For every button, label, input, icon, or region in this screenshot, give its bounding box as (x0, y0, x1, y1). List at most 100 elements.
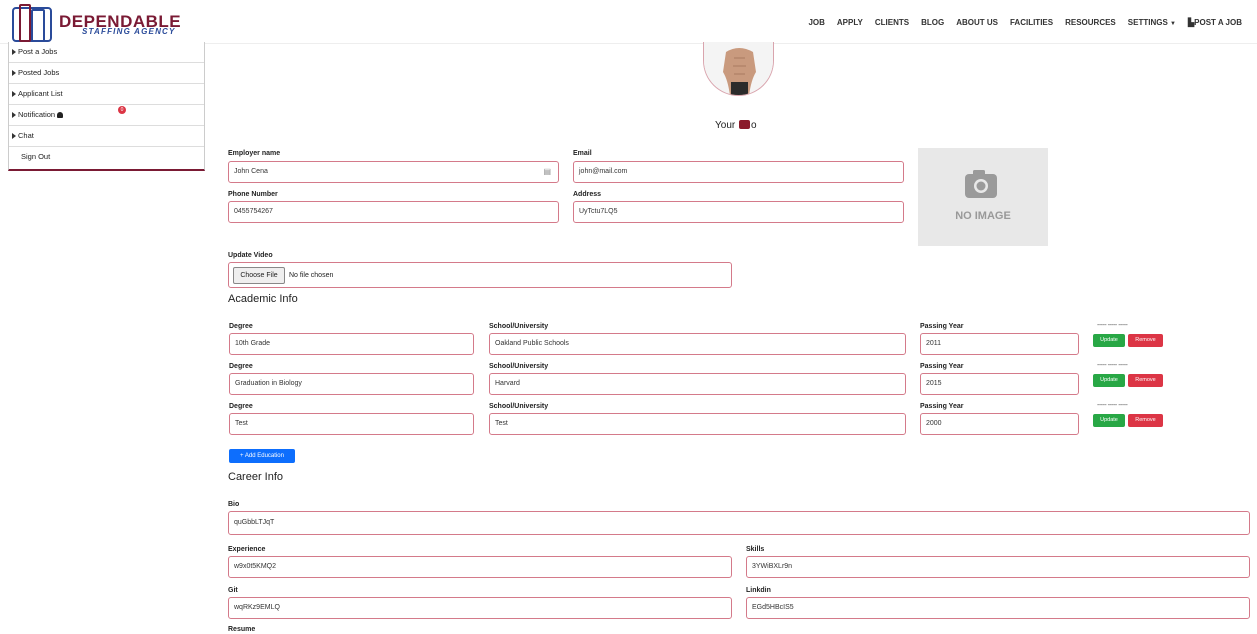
school-input[interactable]: Harvard (489, 373, 906, 395)
notification-badge: 0 (118, 106, 126, 114)
git-input[interactable]: wqRKz9EMLQ (228, 597, 732, 619)
caret-right-icon (12, 91, 16, 98)
degree-label: Degree (229, 323, 253, 330)
nav-about-us[interactable]: ABOUT US (956, 18, 998, 27)
sidebar-item-posted-jobs[interactable]: Posted Jobs (9, 63, 204, 84)
row-dashes: ----- ----- ----- (1097, 362, 1128, 369)
sidebar: Post a Jobs Posted Jobs Applicant List N… (8, 42, 205, 171)
passing-year-input[interactable]: 2015 (920, 373, 1079, 395)
sidebar-item-sign-out[interactable]: Sign Out (9, 147, 204, 169)
academic-info-title: Academic Info (228, 293, 298, 305)
school-label: School/University (489, 363, 549, 370)
nav-blog[interactable]: BLOG (921, 18, 944, 27)
brand-tagline: STAFFING AGENCY (82, 27, 176, 36)
plus-icon: + (240, 453, 244, 459)
passing-year-label: Passing Year (920, 363, 964, 370)
linkedin-input[interactable]: EGd5HBcIS5 (746, 597, 1250, 619)
nav-settings-label: SETTINGS (1127, 18, 1168, 27)
degree-label: Degree (229, 363, 253, 370)
nav-apply[interactable]: APPLY (837, 18, 863, 27)
bio-label: Bio (228, 501, 240, 508)
file-status-text: No file chosen (289, 272, 334, 279)
nav-job[interactable]: JOB (808, 18, 824, 27)
chevron-down-icon: ▼ (1170, 21, 1176, 27)
caret-right-icon (12, 112, 16, 119)
sidebar-item-post-job[interactable]: Post a Jobs (9, 42, 204, 63)
employer-name-value: John Cena (234, 168, 268, 175)
phone-label: Phone Number (228, 191, 278, 198)
passing-year-input[interactable]: 2011 (920, 333, 1079, 355)
git-label: Git (228, 587, 238, 594)
degree-input[interactable]: Test (229, 413, 474, 435)
no-image-placeholder[interactable]: NO IMAGE (918, 148, 1048, 246)
address-label: Address (573, 191, 602, 198)
career-info-title: Career Info (228, 471, 284, 483)
email-input[interactable]: john@mail.com (573, 161, 904, 183)
contact-card-icon: ▤ (543, 167, 551, 176)
caret-right-icon (12, 133, 16, 140)
main-nav: JOB APPLY CLIENTS BLOG ABOUT US FACILITI… (808, 18, 1242, 27)
add-education-button[interactable]: + Add Education (229, 449, 295, 463)
sidebar-item-label: Notification (18, 110, 56, 119)
employer-name-input[interactable]: John Cena ▤ (228, 161, 559, 183)
choose-file-button[interactable]: Choose File (233, 267, 285, 284)
school-input[interactable]: Oakland Public Schools (489, 333, 906, 355)
row-dashes: ----- ----- ----- (1097, 402, 1128, 409)
nav-settings[interactable]: SETTINGS ▼ (1128, 18, 1176, 27)
linkedin-label: Linkdin (746, 587, 771, 594)
skills-label: Skills (746, 546, 765, 553)
bio-input[interactable]: quGbbLTJqT (228, 511, 1250, 535)
caret-right-icon (12, 70, 16, 77)
resume-label: Resume (228, 626, 256, 633)
top-header: DEPENDABLE STAFFING AGENCY JOB APPLY CLI… (0, 0, 1257, 44)
sidebar-item-applicant-list[interactable]: Applicant List (9, 84, 204, 105)
sidebar-item-label: Applicant List (18, 89, 63, 98)
degree-input[interactable]: 10th Grade (229, 333, 474, 355)
profile-avatar[interactable] (703, 42, 774, 96)
passing-year-label: Passing Year (920, 323, 964, 330)
employer-name-label: Employer name (228, 150, 281, 157)
sidebar-item-label: Chat (18, 131, 34, 140)
nav-facilities[interactable]: FACILITIES (1010, 18, 1053, 27)
camera-placeholder-icon (965, 170, 997, 198)
remove-button[interactable]: Remove (1128, 374, 1163, 387)
school-label: School/University (489, 323, 549, 330)
your-photo-suffix: o (750, 120, 757, 131)
school-input[interactable]: Test (489, 413, 906, 435)
nav-post-job[interactable]: ▙POST A JOB (1188, 18, 1242, 27)
update-button[interactable]: Update (1093, 374, 1125, 387)
your-photo-text: Your (715, 120, 738, 131)
remove-button[interactable]: Remove (1128, 414, 1163, 427)
passing-year-label: Passing Year (920, 403, 964, 410)
update-video-label: Update Video (228, 252, 273, 259)
address-input[interactable]: UyTctu7LQ5 (573, 201, 904, 223)
update-button[interactable]: Update (1093, 334, 1125, 347)
bell-icon (57, 112, 64, 119)
row-dashes: ----- ----- ----- (1097, 322, 1128, 329)
camera-icon[interactable] (738, 120, 750, 129)
degree-label: Degree (229, 403, 253, 410)
add-education-label: Add Education (244, 453, 284, 459)
nav-resources[interactable]: RESOURCES (1065, 18, 1116, 27)
sidebar-item-notification[interactable]: Notification 0 (9, 105, 204, 126)
nav-post-job-label: POST A JOB (1194, 18, 1242, 27)
nav-clients[interactable]: CLIENTS (875, 18, 909, 27)
school-label: School/University (489, 403, 549, 410)
sidebar-item-label: Sign Out (21, 152, 51, 161)
sidebar-item-label: Posted Jobs (18, 68, 60, 77)
phone-input[interactable]: 0455754267 (228, 201, 559, 223)
sidebar-item-label: Post a Jobs (18, 47, 58, 56)
experience-label: Experience (228, 546, 266, 553)
logo-icon[interactable] (12, 4, 52, 42)
caret-right-icon (12, 49, 16, 56)
no-image-text: NO IMAGE (955, 210, 1011, 222)
remove-button[interactable]: Remove (1128, 334, 1163, 347)
skills-input[interactable]: 3YWiBXLr9n (746, 556, 1250, 578)
experience-input[interactable]: w9x0t5KMQ2 (228, 556, 732, 578)
passing-year-input[interactable]: 2000 (920, 413, 1079, 435)
update-button[interactable]: Update (1093, 414, 1125, 427)
degree-input[interactable]: Graduation in Biology (229, 373, 474, 395)
email-label: Email (573, 150, 592, 157)
sidebar-item-chat[interactable]: Chat (9, 126, 204, 147)
video-file-input[interactable]: Choose File No file chosen (228, 262, 732, 288)
